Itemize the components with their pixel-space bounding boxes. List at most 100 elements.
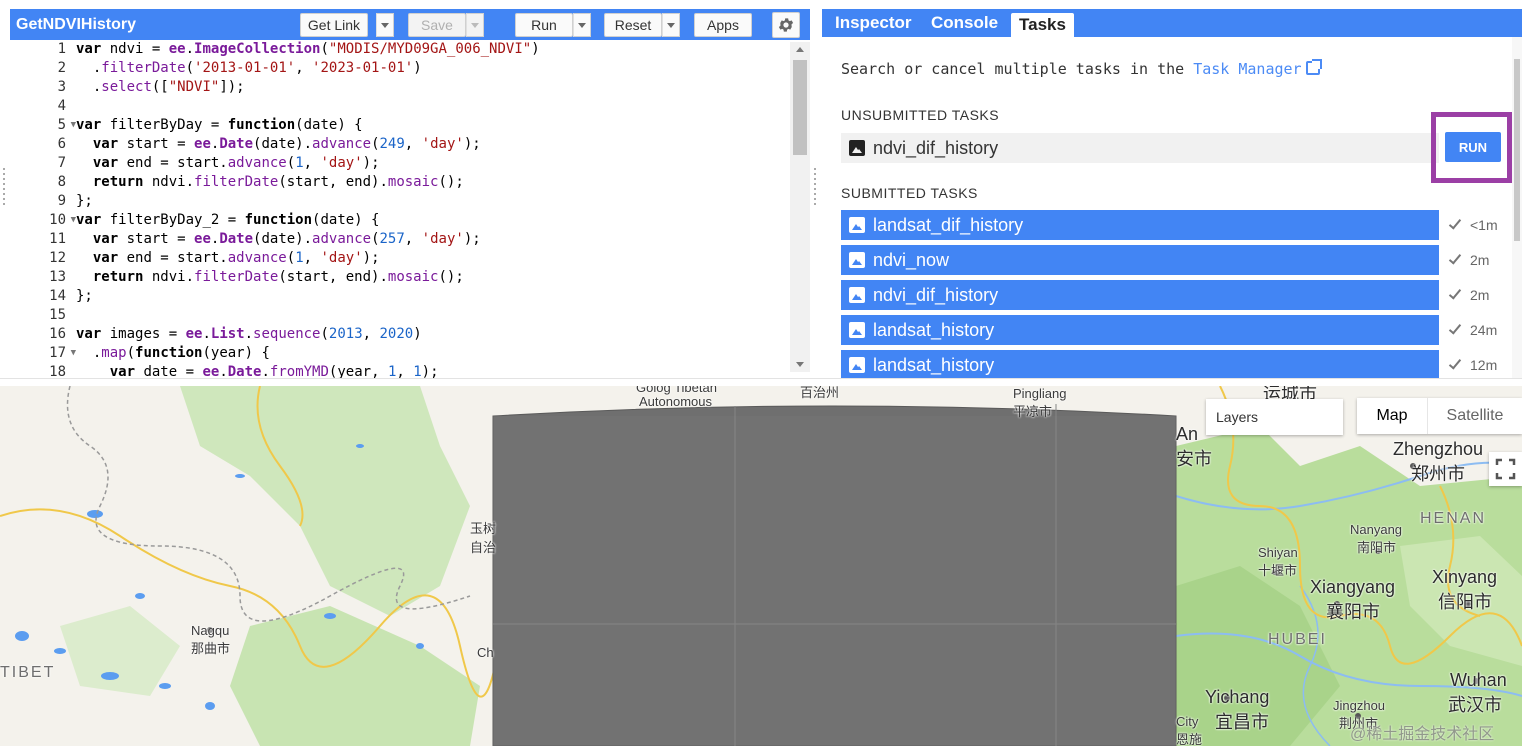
- code-line[interactable]: var date = ee.Date.fromYMD(year, 1, 1);: [76, 363, 540, 378]
- code-line[interactable]: };: [76, 287, 540, 306]
- submitted-task-row[interactable]: ndvi_dif_history: [841, 280, 1439, 310]
- run-dropdown-button[interactable]: [573, 13, 591, 37]
- map-label-hubei: HUBEI: [1268, 631, 1327, 648]
- map-label-pingliang-en: Pingliang: [1013, 386, 1067, 401]
- task-description: Search or cancel multiple tasks in the T…: [841, 59, 1322, 78]
- reset-dropdown-button[interactable]: [662, 13, 680, 37]
- code-line[interactable]: var images = ee.List.sequence(2013, 2020…: [76, 325, 540, 344]
- map-type-satellite-button[interactable]: Satellite: [1427, 398, 1522, 434]
- panel-resize-handle[interactable]: [1, 165, 7, 215]
- code-lines: var ndvi = ee.ImageCollection("MODIS/MYD…: [76, 40, 540, 378]
- code-line[interactable]: .select(["NDVI"]);: [76, 78, 540, 97]
- code-line[interactable]: return ndvi.filterDate(start, end).mosai…: [76, 173, 540, 192]
- line-number: 9: [57, 193, 66, 209]
- scroll-up-icon[interactable]: [796, 47, 804, 52]
- map-label-zhengzhou-en: Zhengzhou: [1393, 439, 1484, 459]
- panel-resize-handle[interactable]: [812, 165, 820, 215]
- code-line[interactable]: return ndvi.filterDate(start, end).mosai…: [76, 268, 540, 287]
- code-line[interactable]: .map(function(year) {: [76, 344, 540, 363]
- task-time: 12m: [1470, 357, 1498, 373]
- map-splitter[interactable]: [0, 378, 1522, 393]
- tab-console[interactable]: Console: [923, 9, 1006, 37]
- save-dropdown-button[interactable]: [466, 13, 484, 37]
- drag-handle-icon[interactable]: [547, 380, 571, 393]
- tasks-scrollbar[interactable]: [1512, 37, 1522, 378]
- code-line[interactable]: var start = ee.Date(date).advance(249, '…: [76, 135, 540, 154]
- description-text: Search or cancel multiple tasks in the: [841, 60, 1185, 78]
- fullscreen-button[interactable]: [1489, 452, 1522, 486]
- task-name: ndvi_dif_history: [873, 137, 999, 158]
- code-line[interactable]: .filterDate('2013-01-01', '2023-01-01'): [76, 59, 540, 78]
- tasks-content: Search or cancel multiple tasks in the T…: [820, 37, 1522, 378]
- get-link-dropdown-button[interactable]: [376, 13, 394, 37]
- code-editor[interactable]: 1 2 3 4 5 ▼ 6 7 8 9 10 ▼ 11 12 13 14 15 16…: [10, 40, 790, 378]
- scroll-thumb[interactable]: [793, 60, 807, 155]
- watermark: @稀土掘金技术社区: [1350, 726, 1495, 743]
- line-number-text: 17: [49, 345, 66, 361]
- line-number-text: 5: [57, 117, 66, 133]
- task-name: landsat_history: [873, 319, 995, 340]
- map-label-ch: Ch: [477, 645, 494, 660]
- settings-button[interactable]: [772, 12, 800, 38]
- line-number: 2: [57, 60, 66, 76]
- unsubmitted-task-row: ndvi_dif_history: [841, 133, 1439, 163]
- line-number-text: 10: [49, 212, 66, 228]
- apps-button[interactable]: Apps: [694, 13, 752, 37]
- submitted-task-row[interactable]: ndvi_now: [841, 245, 1439, 275]
- scroll-down-icon[interactable]: [796, 362, 804, 367]
- code-line[interactable]: var filterByDay_2 = function(date) {: [76, 211, 540, 230]
- map-label-xinyang-cn: 信阳市: [1438, 592, 1492, 612]
- map-label-city-cn: 恩施: [1176, 732, 1203, 746]
- layers-button[interactable]: Layers: [1206, 399, 1343, 435]
- submitted-task-row[interactable]: landsat_history: [841, 315, 1439, 345]
- map-type-map-button[interactable]: Map: [1357, 398, 1427, 434]
- line-number: 15: [49, 307, 66, 323]
- code-line[interactable]: };: [76, 192, 540, 211]
- code-line[interactable]: var end = start.advance(1, 'day');: [76, 154, 540, 173]
- submitted-task-row[interactable]: landsat_history: [841, 350, 1439, 378]
- gear-icon: [778, 18, 794, 32]
- task-manager-link[interactable]: Task Manager: [1193, 60, 1301, 78]
- map-label-yushu: 玉树 自治: [470, 518, 496, 556]
- check-icon: [1448, 251, 1462, 265]
- task-time: <1m: [1470, 217, 1498, 233]
- map-label-cn-top: 百治州: [800, 386, 840, 400]
- reset-button[interactable]: Reset: [604, 13, 662, 37]
- tab-tasks[interactable]: Tasks: [1011, 13, 1074, 37]
- run-button[interactable]: Run: [515, 13, 573, 37]
- line-number: 3: [57, 79, 66, 95]
- map-label-shiyan-cn: 十堰市: [1258, 563, 1298, 578]
- map-label-xiangyang-cn: 襄阳市: [1326, 602, 1380, 622]
- line-number: 11: [49, 231, 66, 247]
- map-label-xinyang-en: Xinyang: [1432, 567, 1498, 587]
- map-type-control: Map Satellite: [1357, 398, 1522, 434]
- task-run-button[interactable]: RUN: [1445, 132, 1501, 162]
- code-line[interactable]: var filterByDay = function(date) {: [76, 116, 540, 135]
- open-in-new-icon[interactable]: [1305, 59, 1322, 75]
- map-label-yichang-en: Yichang: [1205, 687, 1270, 707]
- task-name: ndvi_now: [873, 249, 950, 270]
- scroll-thumb[interactable]: [1514, 59, 1520, 241]
- get-link-button[interactable]: Get Link: [300, 13, 368, 37]
- editor-toolbar: GetNDVIHistory Get Link Save Run Reset A…: [10, 9, 810, 40]
- code-line[interactable]: [76, 97, 540, 116]
- line-number: 8: [57, 174, 66, 190]
- submitted-task-row[interactable]: landsat_dif_history: [841, 210, 1439, 240]
- check-icon: [1448, 321, 1462, 335]
- line-number: 1: [57, 41, 66, 57]
- map-label-yichang: Yichang 宜昌市: [1205, 687, 1269, 734]
- save-button[interactable]: Save: [408, 13, 466, 37]
- tab-inspector[interactable]: Inspector: [827, 9, 920, 37]
- line-number: 6: [57, 136, 66, 152]
- task-name: ndvi_dif_history: [873, 284, 999, 305]
- map-view[interactable]: Golog Tibetan Autonomous 百治州 Pingliang 平凉…: [0, 386, 1522, 746]
- line-number-gutter: 1 2 3 4 5 ▼ 6 7 8 9 10 ▼ 11 12 13 14 15 16…: [10, 40, 76, 378]
- code-scrollbar[interactable]: [790, 42, 810, 372]
- map-label-nagqu: Nagqu 那曲市: [191, 623, 230, 657]
- line-number: 14: [49, 288, 66, 304]
- code-line[interactable]: var end = start.advance(1, 'day');: [76, 249, 540, 268]
- image-icon: [849, 140, 865, 156]
- code-line[interactable]: [76, 306, 540, 325]
- code-line[interactable]: var ndvi = ee.ImageCollection("MODIS/MYD…: [76, 40, 540, 59]
- code-line[interactable]: var start = ee.Date(date).advance(257, '…: [76, 230, 540, 249]
